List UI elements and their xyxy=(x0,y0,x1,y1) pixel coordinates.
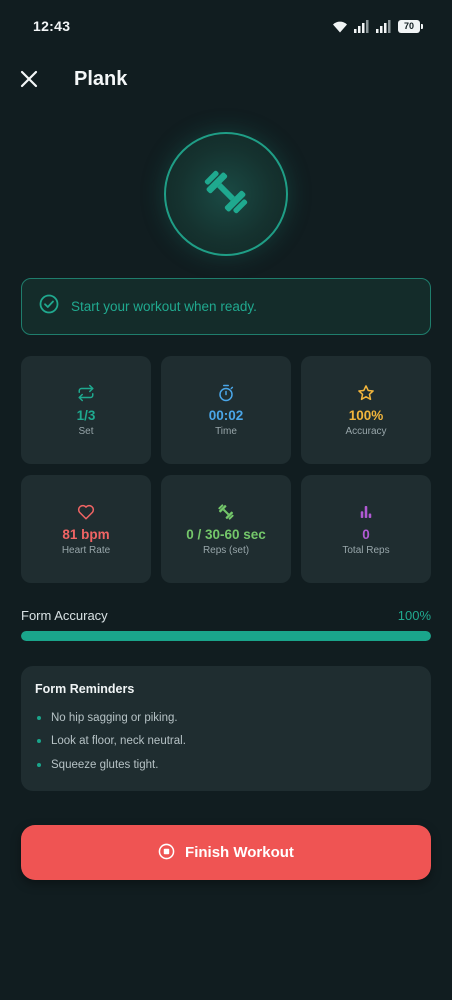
list-item: No hip sagging or piking. xyxy=(35,706,417,730)
banner-text: Start your workout when ready. xyxy=(71,299,257,314)
stat-card-total-reps: 0 Total Reps xyxy=(301,475,431,583)
stat-card-reps-set: 0 / 30-60 sec Reps (set) xyxy=(161,475,291,583)
stat-value: 100% xyxy=(348,408,384,423)
stats-grid: 1/3 Set 00:02 Time 100% Accuracy 81 bpm … xyxy=(21,356,431,583)
heart-icon xyxy=(77,502,95,522)
bar-chart-icon xyxy=(357,502,375,522)
list-item: Squeeze glutes tight. xyxy=(35,753,417,777)
reminder-text: Look at floor, neck neutral. xyxy=(51,735,186,748)
signal-icon xyxy=(354,19,370,33)
wifi-icon xyxy=(332,20,348,33)
stat-label: Set xyxy=(78,426,94,437)
list-item: Look at floor, neck neutral. xyxy=(35,730,417,754)
form-accuracy-row: Form Accuracy 100% xyxy=(21,608,431,623)
header: Plank xyxy=(0,56,452,108)
stopwatch-icon xyxy=(217,383,235,403)
close-icon xyxy=(20,70,38,93)
star-icon xyxy=(357,383,375,403)
stat-card-accuracy: 100% Accuracy xyxy=(301,356,431,464)
stat-value: 0 xyxy=(362,527,370,542)
stat-value: 81 bpm xyxy=(62,527,110,542)
stat-card-set: 1/3 Set xyxy=(21,356,151,464)
stat-label: Total Reps xyxy=(342,545,390,556)
stat-value: 1/3 xyxy=(76,408,96,423)
status-icons: 70 xyxy=(332,19,423,33)
form-reminders-card: Form Reminders No hip sagging or piking.… xyxy=(21,666,431,791)
signal-icon xyxy=(376,19,392,33)
form-accuracy-progress xyxy=(21,631,431,641)
stat-label: Heart Rate xyxy=(61,545,111,556)
finish-workout-button[interactable]: Finish Workout xyxy=(21,825,431,880)
stat-card-heart-rate: 81 bpm Heart Rate xyxy=(21,475,151,583)
stat-label: Reps (set) xyxy=(202,545,250,556)
bullet-icon xyxy=(37,715,41,720)
exercise-hero xyxy=(164,132,288,256)
stat-card-time: 00:02 Time xyxy=(161,356,291,464)
dumbbell-icon xyxy=(217,502,235,522)
dumbbell-icon xyxy=(201,167,251,222)
ready-banner: Start your workout when ready. xyxy=(21,278,431,335)
finish-workout-label: Finish Workout xyxy=(185,844,294,861)
form-accuracy-value: 100% xyxy=(397,608,431,623)
status-bar: 12:43 70 xyxy=(0,0,452,52)
battery-icon: 70 xyxy=(398,19,423,33)
form-accuracy-progress-fill xyxy=(21,631,431,641)
status-time: 12:43 xyxy=(33,18,71,34)
stat-value: 0 / 30-60 sec xyxy=(186,527,266,542)
workout-screen: 12:43 70 Plank Start your workout when r… xyxy=(0,0,452,1000)
page-title: Plank xyxy=(74,68,128,90)
form-accuracy-label: Form Accuracy xyxy=(21,608,108,623)
stat-value: 00:02 xyxy=(208,408,244,423)
stop-circle-icon xyxy=(158,843,175,863)
bullet-icon xyxy=(37,739,41,744)
stat-label: Accuracy xyxy=(345,426,387,437)
close-button[interactable] xyxy=(14,66,44,96)
stat-label: Time xyxy=(215,426,237,437)
repeat-icon xyxy=(77,383,95,403)
check-circle-icon xyxy=(39,294,59,319)
reminder-text: No hip sagging or piking. xyxy=(51,711,178,724)
form-reminders-title: Form Reminders xyxy=(35,682,135,696)
reminder-text: Squeeze glutes tight. xyxy=(51,758,159,771)
bullet-icon xyxy=(37,762,41,767)
